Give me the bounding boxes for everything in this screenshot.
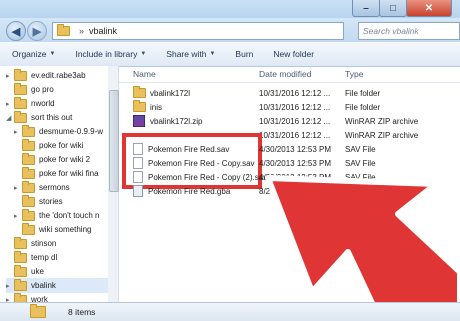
status-bar: 8 items (0, 302, 460, 321)
item-count: 8 items (68, 307, 96, 317)
pointer-arrow (265, 175, 460, 320)
folder-icon (30, 304, 46, 318)
pointer-arrow-icon (265, 175, 460, 320)
